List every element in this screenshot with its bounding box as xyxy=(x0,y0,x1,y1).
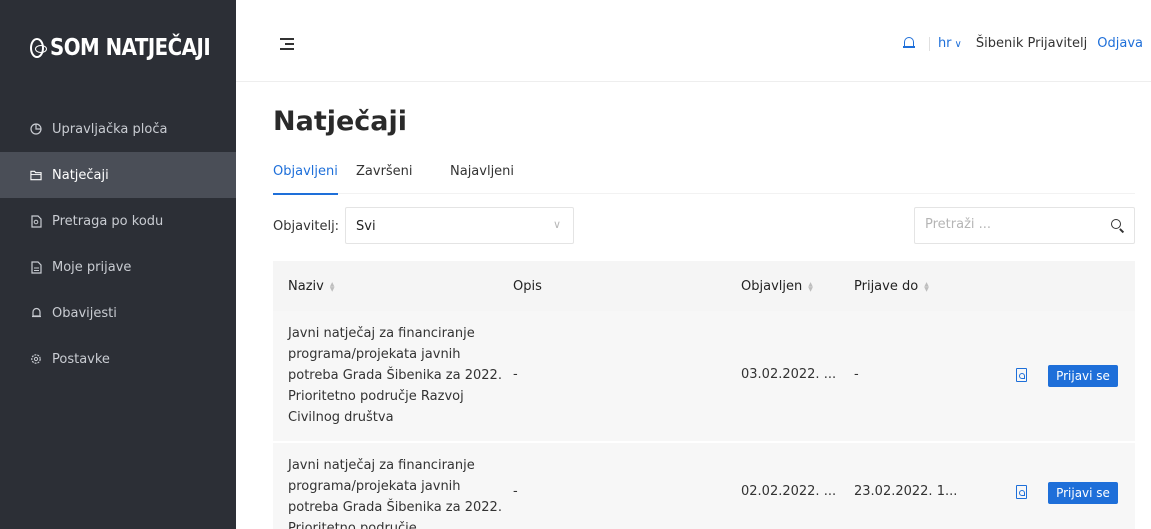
pdf-document-icon[interactable] xyxy=(1016,485,1027,499)
table-header: Naziv ▲ ▼ Opis Objavljen ▲ ▼ Prijave do ▲ ▼ xyxy=(273,261,1135,311)
table-row: Javni natječaj za financiranje programa/… xyxy=(273,443,1135,529)
search-icon[interactable] xyxy=(1111,219,1124,232)
competition-description: - xyxy=(513,484,518,499)
column-header-objavljen[interactable]: Objavljen ▲ ▼ xyxy=(741,279,813,294)
tab-objavljeni[interactable]: Objavljeni xyxy=(273,164,338,195)
table-row: Javni natječaj za financiranje programa/… xyxy=(273,311,1135,443)
bell-icon xyxy=(30,307,42,319)
sidebar-item-dashboard[interactable]: Upravljačka ploča xyxy=(0,106,236,152)
divider xyxy=(928,36,930,51)
column-header-opis: Opis xyxy=(513,279,542,294)
language-code: hr xyxy=(937,36,952,51)
tab-najavljeni[interactable]: Najavljeni xyxy=(450,164,514,194)
sidebar-item-natjecaji[interactable]: Natječaji xyxy=(0,152,236,198)
competition-published-date: 03.02.2022. ... xyxy=(741,367,837,382)
sidebar-item-label: Moje prijave xyxy=(52,259,132,275)
sidebar: SOM NATJEČAJI Upravljačka ploča Natječaj… xyxy=(0,0,236,529)
sidebar-item-search-by-code[interactable]: Pretraga po kodu xyxy=(0,198,236,244)
gear-icon xyxy=(30,353,42,365)
competition-name: Javni natječaj za financiranje programa/… xyxy=(288,326,502,425)
sidebar-item-label: Obavijesti xyxy=(52,305,117,321)
publisher-filter-label: Objavitelj: xyxy=(273,219,340,234)
search-box xyxy=(914,207,1135,244)
logo[interactable]: SOM NATJEČAJI xyxy=(0,0,236,96)
chevron-down-icon: ∨ xyxy=(954,39,962,50)
column-label: Objavljen xyxy=(741,279,803,294)
logo-text: SOM NATJEČAJI xyxy=(49,35,211,61)
search-input[interactable] xyxy=(925,217,1095,232)
column-label: Opis xyxy=(513,279,542,294)
sidebar-item-label: Pretraga po kodu xyxy=(52,213,164,229)
page-title: Natječaji xyxy=(273,106,408,137)
language-selector[interactable]: hr ∨ xyxy=(938,36,962,51)
notifications-bell-icon[interactable] xyxy=(902,37,915,50)
apply-button[interactable]: Prijavi se xyxy=(1048,482,1118,504)
sidebar-item-label: Natječaji xyxy=(52,167,109,183)
column-label: Naziv xyxy=(288,279,324,294)
pdf-document-icon[interactable] xyxy=(1016,368,1027,382)
sidebar-item-label: Upravljačka ploča xyxy=(52,121,168,137)
competition-deadline: - xyxy=(854,367,859,382)
column-label: Prijave do xyxy=(854,279,919,294)
competition-name: Javni natječaj za financiranje programa/… xyxy=(288,458,502,529)
menu-collapse-icon[interactable] xyxy=(280,38,294,50)
competition-deadline: 23.02.2022. 1... xyxy=(854,484,958,499)
competitions-table: Naziv ▲ ▼ Opis Objavljen ▲ ▼ Prijave do ▲ ▼… xyxy=(273,261,1135,529)
sort-icon: ▲ ▼ xyxy=(924,280,929,293)
sidebar-nav: Upravljačka ploča Natječaji Pretraga po … xyxy=(0,106,236,382)
sidebar-item-settings[interactable]: Postavke xyxy=(0,336,236,382)
tab-zavrseni[interactable]: Završeni xyxy=(356,164,413,194)
sidebar-item-notifications[interactable]: Obavijesti xyxy=(0,290,236,336)
sidebar-item-label: Postavke xyxy=(52,351,110,367)
user-name: Šibenik Prijavitelj xyxy=(975,36,1088,51)
document-icon xyxy=(30,260,42,274)
chevron-down-icon: ∨ xyxy=(552,218,561,231)
apply-button[interactable]: Prijavi se xyxy=(1048,365,1118,387)
logo-icon xyxy=(30,38,47,58)
column-header-naziv[interactable]: Naziv ▲ ▼ xyxy=(288,279,334,294)
tabs: Objavljeni Završeni Najavljeni xyxy=(273,164,1135,195)
competition-published-date: 02.02.2022. ... xyxy=(741,484,837,499)
sort-icon: ▲ ▼ xyxy=(808,280,813,293)
publisher-select-value: Svi xyxy=(356,219,376,234)
competition-description: - xyxy=(513,367,518,382)
sort-icon: ▲ ▼ xyxy=(329,280,335,293)
logout-link[interactable]: Odjava xyxy=(1097,36,1143,51)
dashboard-icon xyxy=(30,123,42,135)
document-search-icon xyxy=(30,214,42,228)
top-bar: hr ∨ Šibenik Prijavitelj Odjava xyxy=(236,0,1151,82)
folder-icon xyxy=(30,169,42,181)
column-header-prijave-do[interactable]: Prijave do ▲ ▼ xyxy=(854,279,929,294)
header-actions: hr ∨ Šibenik Prijavitelj Odjava xyxy=(902,36,1143,51)
publisher-select[interactable]: Svi ∨ xyxy=(345,207,574,244)
sidebar-item-my-applications[interactable]: Moje prijave xyxy=(0,244,236,290)
